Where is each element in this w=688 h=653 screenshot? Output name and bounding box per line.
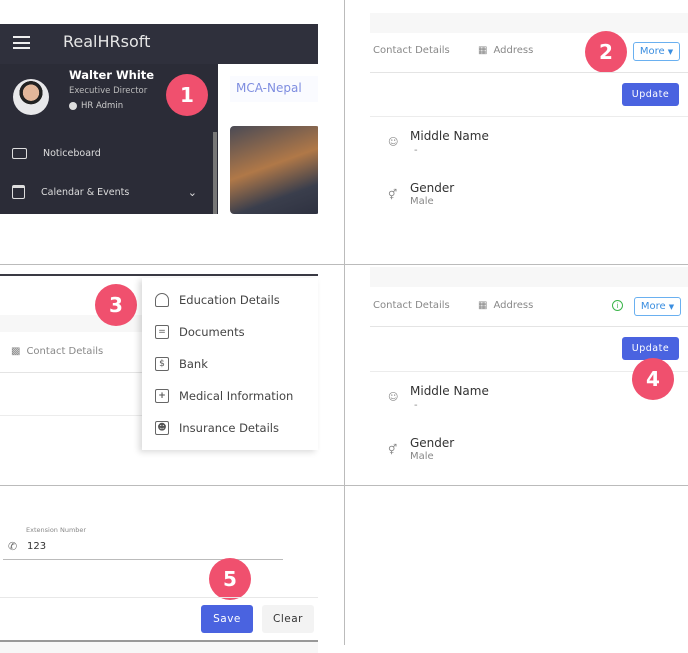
- gender-icon: ⚥: [388, 190, 398, 201]
- menu-item-label: Insurance Details: [179, 421, 279, 435]
- sidebar-item-label: Calendar & Events: [41, 186, 130, 198]
- update-button[interactable]: Update: [622, 83, 679, 106]
- tab-contact-details[interactable]: Contact Details: [373, 300, 450, 311]
- footer-strip: [0, 642, 318, 653]
- map-icon: ▦: [478, 300, 488, 311]
- step-badge: 1: [166, 74, 208, 116]
- step-badge: 4: [632, 358, 674, 400]
- user-role: HR Admin: [81, 101, 124, 111]
- divider: [370, 116, 688, 117]
- more-label: More: [640, 301, 666, 312]
- more-dropdown-button[interactable]: More ▼: [634, 297, 681, 316]
- graduation-cap-icon: [155, 293, 169, 307]
- divider: [370, 72, 688, 73]
- field-value: Male: [410, 196, 434, 207]
- menu-item-documents[interactable]: = Documents: [155, 316, 318, 348]
- tab-address[interactable]: Address: [493, 300, 533, 311]
- menu-item-medical-information[interactable]: + Medical Information: [155, 380, 318, 412]
- field-label: Middle Name: [410, 384, 489, 398]
- more-dropdown-button[interactable]: More ▼: [633, 42, 680, 61]
- map-icon: ▦: [478, 45, 488, 56]
- caret-down-icon: ▼: [668, 302, 675, 311]
- step-badge: 5: [209, 558, 251, 600]
- field-value: -: [414, 145, 418, 156]
- main-content: MCA-Nepal: [218, 64, 318, 214]
- divider: [0, 485, 688, 486]
- menu-item-label: Documents: [179, 325, 245, 339]
- app-sidebar-panel: RealHRsoft Walter White Executive Direct…: [0, 24, 318, 214]
- banner-image: [230, 126, 318, 214]
- step-badge: 2: [585, 31, 627, 73]
- org-name: MCA-Nepal: [230, 76, 318, 102]
- person-icon: ☺: [388, 392, 399, 403]
- calendar-icon: [12, 185, 25, 199]
- menu-item-insurance-details[interactable]: ☻ Insurance Details: [155, 412, 318, 444]
- sidebar-item-calendar[interactable]: Calendar & Events ⌄: [12, 185, 197, 199]
- field-label: Gender: [410, 181, 455, 195]
- tab-address[interactable]: Address: [493, 45, 533, 56]
- contact-card-icon: ▩: [11, 346, 21, 357]
- user-name: Walter White: [69, 68, 155, 82]
- scrollbar[interactable]: [213, 132, 217, 214]
- update-button[interactable]: Update: [622, 337, 679, 360]
- user-title: Executive Director: [69, 86, 148, 96]
- document-icon: =: [155, 325, 169, 339]
- info-icon[interactable]: i: [612, 300, 623, 311]
- top-bar-edge: [0, 274, 318, 276]
- divider: [370, 326, 688, 327]
- hamburger-menu-icon[interactable]: [13, 36, 30, 49]
- chevron-down-icon[interactable]: ⌄: [188, 186, 197, 199]
- insurance-folder-icon: ☻: [155, 421, 169, 435]
- header-strip: [370, 267, 688, 287]
- sidebar-item-label: Noticeboard: [43, 148, 101, 159]
- step-badge: 3: [95, 284, 137, 326]
- menu-item-label: Bank: [179, 357, 208, 371]
- divider: [344, 0, 345, 645]
- shield-user-icon: [69, 102, 77, 110]
- bank-dollar-icon: $: [155, 357, 169, 371]
- person-icon: ☺: [388, 137, 399, 148]
- divider: [0, 372, 142, 373]
- tab-contact-details[interactable]: Contact Details: [26, 346, 103, 357]
- menu-item-education-details[interactable]: Education Details: [155, 284, 318, 316]
- field-value: -: [414, 400, 418, 411]
- more-dropdown-menu: Education Details = Documents $ Bank + Medi…: [142, 278, 318, 450]
- save-button[interactable]: Save: [201, 605, 253, 633]
- divider: [0, 264, 688, 265]
- tab-contact-details[interactable]: Contact Details: [373, 45, 450, 56]
- field-label: Gender: [410, 436, 455, 450]
- divider: [0, 597, 318, 598]
- extension-number-input[interactable]: 123: [3, 538, 283, 560]
- sidebar-item-noticeboard[interactable]: Noticeboard: [12, 148, 101, 159]
- app-title: RealHRsoft: [63, 32, 151, 51]
- field-value: Male: [410, 451, 434, 462]
- caret-down-icon: ▼: [667, 47, 674, 56]
- menu-item-label: Education Details: [179, 293, 280, 307]
- clear-button[interactable]: Clear: [262, 605, 314, 633]
- menu-item-label: Medical Information: [179, 389, 294, 403]
- gender-icon: ⚥: [388, 445, 398, 456]
- more-label: More: [639, 46, 665, 57]
- noticeboard-icon: [12, 148, 27, 159]
- divider: [0, 415, 142, 416]
- medical-plus-icon: +: [155, 389, 169, 403]
- extension-number-label: Extension Number: [26, 526, 87, 534]
- avatar: [13, 79, 49, 115]
- field-label: Middle Name: [410, 129, 489, 143]
- header-strip: [370, 13, 688, 33]
- menu-item-bank[interactable]: $ Bank: [155, 348, 318, 380]
